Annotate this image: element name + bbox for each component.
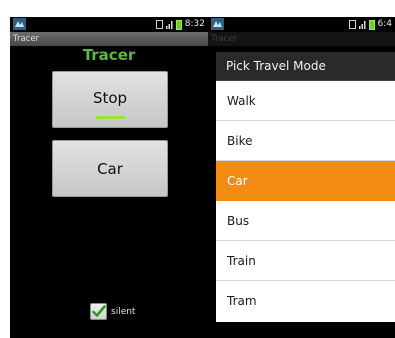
app-heading: Tracer [82,46,136,64]
app-notification-icon [211,18,224,30]
dialog-title: Pick Travel Mode [216,52,395,81]
app-title-bar-dimmed: Tracer [208,32,395,46]
travel-mode-option-bike[interactable]: Bike [216,121,395,161]
travel-mode-option-walk[interactable]: Walk [216,81,395,121]
silent-checkbox[interactable] [90,303,107,320]
checkmark-icon [92,305,106,317]
active-indicator [96,116,125,119]
battery-icon [368,19,375,30]
status-clock: 6:4 [377,19,392,29]
signal-icon [358,21,366,29]
travel-mode-list: Walk Bike Car Bus Train Tram [216,81,395,321]
travel-mode-dialog: Pick Travel Mode Walk Bike Car Bus Train… [216,52,395,322]
signal-icon [165,21,173,29]
sim-icon [155,20,163,29]
stop-button[interactable]: Stop [52,71,168,128]
silent-label: silent [111,306,136,317]
travel-mode-option-tram[interactable]: Tram [216,281,395,321]
status-clock: 8:32 [184,19,205,29]
app-notification-icon [13,18,26,30]
right-status-bar: 6:4 [208,17,395,32]
sim-icon [348,20,356,29]
battery-icon [175,19,182,30]
travel-mode-option-train[interactable]: Train [216,241,395,281]
left-status-bar: 8:32 [10,17,208,32]
travel-mode-option-bus[interactable]: Bus [216,201,395,241]
silent-option[interactable]: silent [90,303,135,320]
travel-mode-button[interactable]: Car [52,140,168,197]
app-title-bar: Tracer [10,32,208,46]
travel-mode-option-car[interactable]: Car [216,161,395,201]
stop-button-label: Stop [92,89,128,107]
